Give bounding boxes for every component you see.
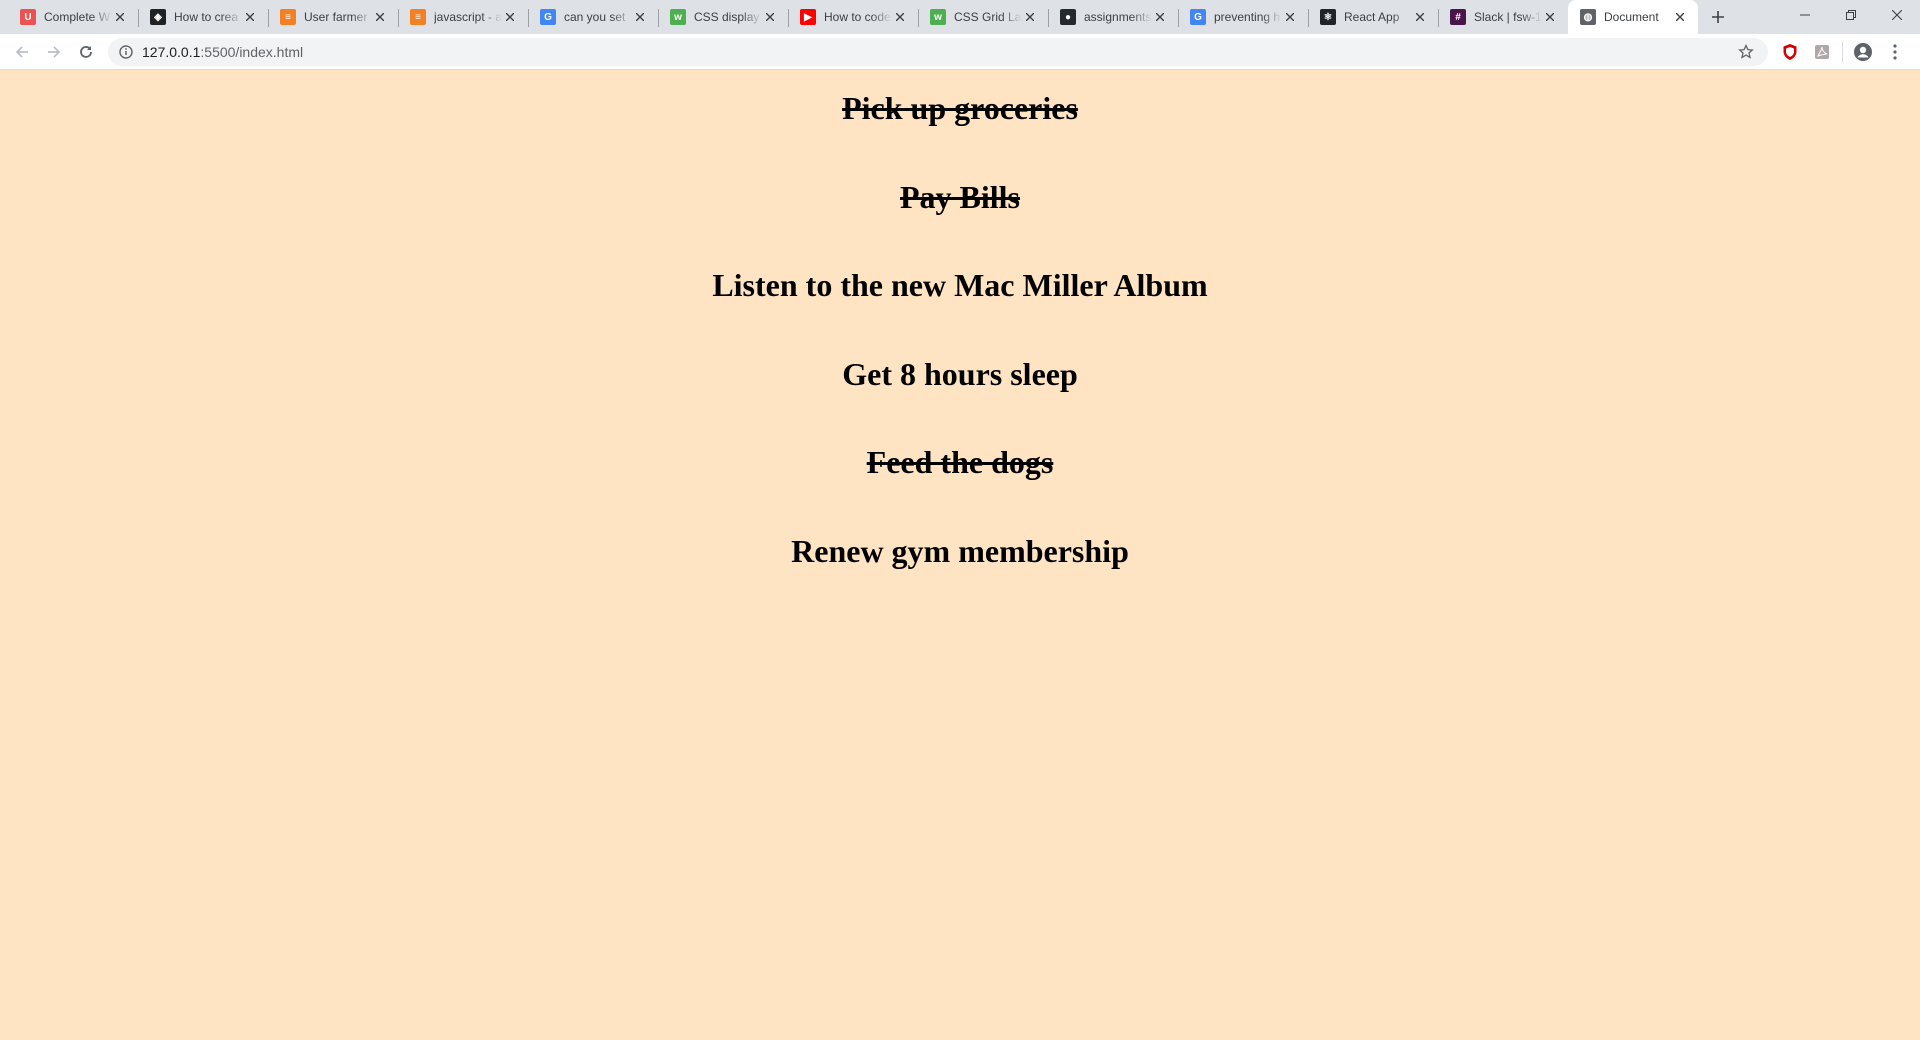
codepen-icon: ◈ [150, 9, 166, 25]
tab-title: CSS Grid Lay [954, 10, 1022, 24]
tab-close-icon[interactable] [372, 9, 388, 25]
profile-button[interactable] [1847, 38, 1879, 66]
window-controls [1782, 0, 1920, 30]
todo-item-completed[interactable]: Pick up groceries [0, 90, 1920, 127]
toolbar-divider [1842, 41, 1843, 62]
tab-title: How to code [824, 10, 891, 24]
url-host: 127.0.0.1 [142, 43, 201, 60]
reload-icon [80, 45, 92, 58]
youtube-icon: ▶ [800, 9, 816, 25]
tab-title: preventing h [1214, 10, 1281, 24]
kebab-menu-icon [1893, 43, 1897, 60]
url-text: 127.0.0.1:5500/index.html [142, 44, 1734, 60]
browser-toolbar: 127.0.0.1:5500/index.html [0, 34, 1920, 70]
reload-button[interactable] [70, 38, 102, 66]
stackoverflow-icon: ≡ [410, 9, 426, 25]
star-icon [1738, 43, 1754, 59]
shield-icon [1783, 43, 1797, 60]
tab-title: React App [1344, 10, 1400, 24]
restore-button[interactable] [1828, 0, 1874, 30]
tab-close-icon[interactable] [1542, 9, 1558, 25]
site-info-icon[interactable] [118, 44, 134, 60]
tab-title: User farmer [304, 10, 368, 24]
todo-list: Pick up groceries Pay Bills Listen to the … [0, 70, 1920, 570]
pdf-icon [1815, 44, 1829, 59]
tab-close-icon[interactable] [1282, 9, 1298, 25]
tab-title: Complete W [44, 10, 111, 24]
google-icon: G [540, 9, 556, 25]
tab-strip: U Complete W ◈ How to crea ≡ User farmer ≡ java… [0, 0, 1920, 34]
close-window-button[interactable] [1874, 0, 1920, 30]
tab[interactable]: ◈ How to crea [138, 0, 268, 34]
todo-item[interactable]: Listen to the new Mac Miller Album [0, 267, 1920, 304]
tab-list: U Complete W ◈ How to crea ≡ User farmer ≡ java… [0, 0, 1698, 34]
tab[interactable]: ⚛ React App [1308, 0, 1438, 34]
todo-item-completed[interactable]: Feed the dogs [0, 444, 1920, 481]
tab[interactable]: w CSS display [658, 0, 788, 34]
tab[interactable]: ≡ User farmer [268, 0, 398, 34]
tab[interactable]: ▶ How to code [788, 0, 918, 34]
url-path: :5500/index.html [200, 43, 304, 60]
minimize-button[interactable] [1782, 0, 1828, 30]
browser-menu-button[interactable] [1879, 38, 1911, 66]
back-button[interactable] [6, 38, 38, 66]
todo-item[interactable]: Renew gym membership [0, 533, 1920, 570]
tab-close-icon[interactable] [1672, 9, 1688, 25]
arrow-left-icon [15, 45, 28, 58]
tab-close-icon[interactable] [242, 9, 258, 25]
restore-icon [1846, 10, 1856, 20]
tab-close-icon[interactable] [1022, 9, 1038, 25]
tab-title: CSS display [694, 10, 760, 24]
tab-close-icon[interactable] [762, 9, 778, 25]
tab-active[interactable]: ◍ Document [1568, 0, 1698, 34]
tab[interactable]: Gcan you set [528, 0, 658, 34]
tab-close-icon[interactable] [1412, 9, 1428, 25]
tab-title: javascript - a [434, 10, 502, 24]
tab-close-icon[interactable] [502, 9, 518, 25]
slack-icon: # [1450, 9, 1466, 25]
todo-item-completed[interactable]: Pay Bills [0, 179, 1920, 216]
google-icon: G [1190, 9, 1206, 25]
tab-close-icon[interactable] [632, 9, 648, 25]
tab[interactable]: ● assignments [1048, 0, 1178, 34]
minimize-icon [1800, 14, 1810, 16]
udemy-icon: U [20, 9, 36, 25]
tab[interactable]: # Slack | fsw-1 [1438, 0, 1568, 34]
tab-close-icon[interactable] [1152, 9, 1168, 25]
close-icon [1892, 10, 1902, 20]
react-icon: ⚛ [1320, 9, 1336, 25]
account-icon [1854, 42, 1872, 61]
tab[interactable]: U Complete W [8, 0, 138, 34]
tab-close-icon[interactable] [892, 9, 908, 25]
plus-icon [1712, 11, 1724, 23]
stackoverflow-icon: ≡ [280, 9, 296, 25]
w3schools-icon: w [670, 9, 686, 25]
tab[interactable]: ≡ javascript - a [398, 0, 528, 34]
tab-title: assignments [1084, 10, 1152, 24]
new-tab-button[interactable] [1704, 3, 1732, 31]
tab[interactable]: Gpreventing h [1178, 0, 1308, 34]
forward-button[interactable] [38, 38, 70, 66]
globe-icon: ◍ [1580, 9, 1596, 25]
address-bar[interactable]: 127.0.0.1:5500/index.html [108, 37, 1768, 66]
github-icon: ● [1060, 9, 1076, 25]
todo-item[interactable]: Get 8 hours sleep [0, 356, 1920, 393]
tab-title: How to crea [174, 10, 239, 24]
tab-title: Document [1604, 10, 1659, 24]
tab-title: Slack | fsw-1 [1474, 10, 1542, 24]
pdf-extension-button[interactable] [1806, 38, 1838, 66]
tab-title: can you set [564, 10, 626, 24]
tab-close-icon[interactable] [112, 9, 128, 25]
bookmark-star-button[interactable] [1734, 40, 1758, 64]
arrow-right-icon [48, 45, 61, 58]
tab[interactable]: w CSS Grid Lay [918, 0, 1048, 34]
page-content: Pick up groceries Pay Bills Listen to the … [0, 70, 1920, 1040]
w3schools-icon: w [930, 9, 946, 25]
extension-button[interactable] [1774, 38, 1806, 66]
